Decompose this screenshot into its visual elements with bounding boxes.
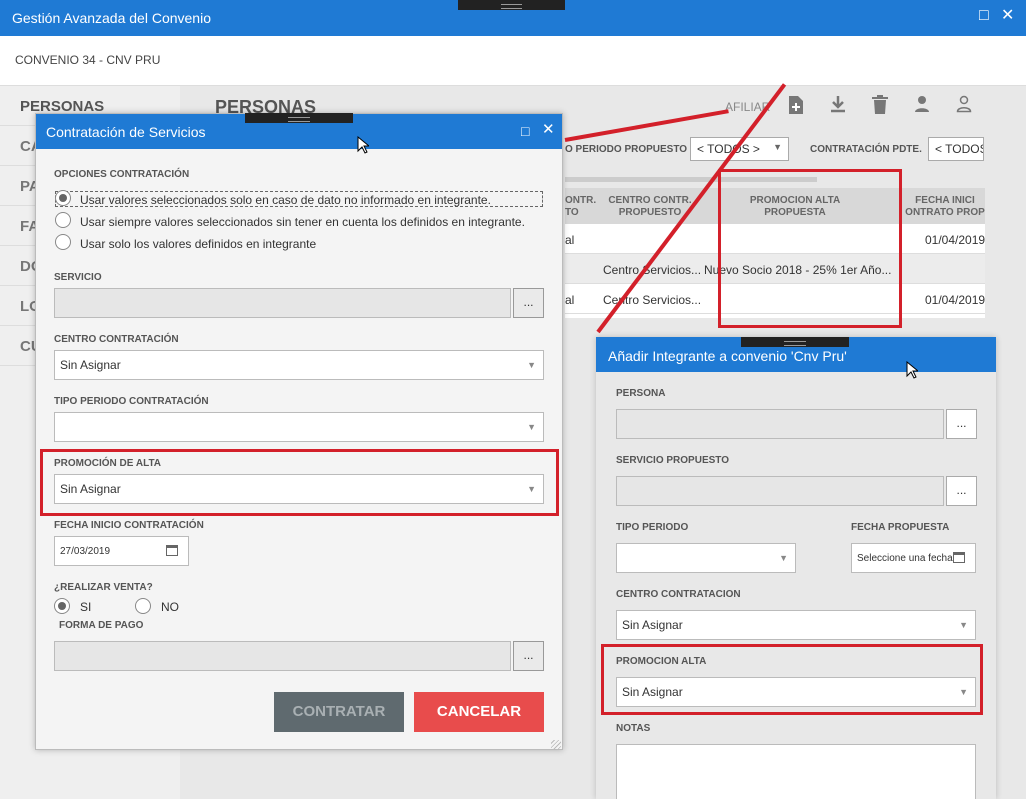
centro-label: CENTRO CONTRATACIÓN [54,334,179,345]
chevron-down-icon: ▼ [527,422,536,432]
opcion-radio-3[interactable] [55,234,71,250]
calendar-icon[interactable] [166,545,178,556]
tipo-periodo-label: TIPO PERIODO [616,522,689,533]
tipo-periodo-label: TIPO PERIODO CONTRATACIÓN [54,396,209,407]
person-outline-icon[interactable] [953,95,975,117]
fecha-inicio-label: FECHA INICIO CONTRATACIÓN [54,520,204,531]
trash-icon[interactable] [869,95,891,117]
dialog-drag-handle[interactable] [245,113,353,123]
maximize-icon[interactable]: □ [979,8,989,24]
centro-select[interactable]: Sin Asignar ▼ [54,350,544,380]
dialog-drag-handle[interactable] [741,337,849,347]
venta-no-radio[interactable] [135,598,151,614]
highlight-box [40,449,559,516]
chevron-down-icon: ▼ [779,553,788,563]
venta-si-radio[interactable] [54,598,70,614]
chevron-down-icon: ▼ [773,142,782,152]
centro-contratacion-label: CENTRO CONTRATACION [616,589,741,600]
convenio-header: CONVENIO 34 - CNV PRU [0,36,1026,86]
centro-contratacion-select[interactable]: Sin Asignar ▼ [616,610,976,640]
servicio-label: SERVICIO [54,272,102,283]
servicio-propuesto-browse-button[interactable]: ... [946,476,977,506]
dialog-title: Añadir Integrante a convenio 'Cnv Pru' [608,348,847,364]
drag-handle[interactable] [458,0,565,10]
opcion-radio-2[interactable] [55,212,71,228]
opcion-radio-1[interactable] [55,190,71,206]
window-title: Gestión Avanzada del Convenio [12,10,211,26]
add-document-icon[interactable] [785,95,807,117]
tipo-periodo-select[interactable]: ▼ [54,412,544,442]
filter-contratacion-select[interactable]: < TODOS [928,137,984,161]
opcion-label-2: Usar siempre valores seleccionados sin t… [80,215,525,229]
col-header-1[interactable]: ONTR. TO [565,195,596,219]
notas-label: NOTAS [616,723,651,734]
chevron-down-icon: ▼ [527,360,536,370]
venta-label: ¿REALIZAR VENTA? [54,582,153,593]
highlight-box [601,644,983,715]
close-icon[interactable]: ✕ [542,122,555,138]
servicio-browse-button[interactable]: ... [513,288,544,318]
filter-contratacion-label: CONTRATACIÓN PDTE. [810,144,922,155]
forma-pago-browse-button[interactable]: ... [513,641,544,671]
opciones-label: OPCIONES CONTRATACIÓN [54,169,190,180]
notas-textarea[interactable] [616,744,976,799]
opcion-label-3: Usar solo los valores definidos en integ… [80,237,317,251]
download-icon[interactable] [827,95,849,117]
venta-si-label: SI [80,600,92,614]
resize-grip-icon[interactable] [551,740,561,750]
forma-pago-field[interactable] [54,641,511,671]
close-icon[interactable]: ✕ [1001,8,1014,24]
servicio-propuesto-label: SERVICIO PROPUESTO [616,455,729,466]
mouse-cursor-icon [906,361,918,379]
servicio-propuesto-field[interactable] [616,476,944,506]
mouse-cursor-icon [357,136,369,154]
filter-periodo-label: O PERIODO PROPUESTO [565,144,688,155]
chevron-down-icon: ▼ [959,620,968,630]
contratar-button[interactable]: CONTRATAR [274,692,404,732]
persona-browse-button[interactable]: ... [946,409,977,439]
fecha-propuesta-label: FECHA PROPUESTA [851,522,950,533]
opcion-label-1: Usar valores seleccionados solo en caso … [80,193,491,207]
tipo-periodo-select[interactable]: ▼ [616,543,796,573]
col-header-fecha[interactable]: FECHA INICI ONTRATO PROP [895,195,995,219]
maximize-icon[interactable]: □ [521,123,529,139]
cancelar-button[interactable]: CANCELAR [414,692,544,732]
persona-label: PERSONA [616,388,666,399]
persona-field[interactable] [616,409,944,439]
person-icon[interactable] [911,95,933,117]
venta-no-label: NO [161,600,179,614]
convenio-name: CONVENIO 34 - CNV PRU [15,53,161,67]
servicio-field[interactable] [54,288,511,318]
calendar-icon[interactable] [953,552,965,563]
highlight-box [718,169,902,328]
forma-pago-label: FORMA DE PAGO [59,620,144,631]
dialog-title: Contratación de Servicios [46,124,206,140]
